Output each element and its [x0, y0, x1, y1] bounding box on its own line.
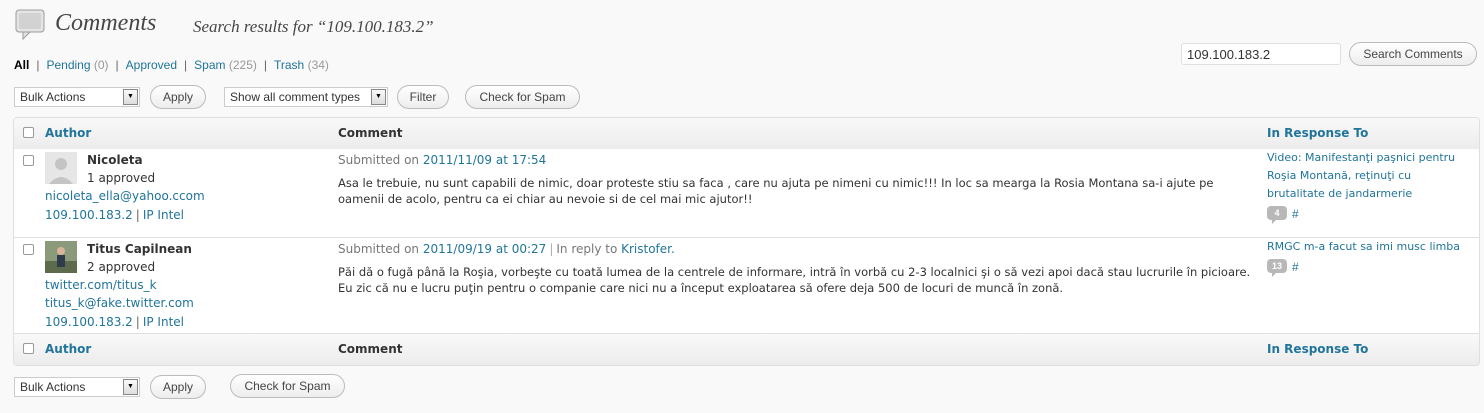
bulk-actions-select[interactable]: Bulk Actions ▼ [14, 87, 140, 107]
pending-count: (0) [93, 58, 109, 72]
filter-button[interactable]: Filter [397, 85, 449, 109]
column-comment: Comment [338, 342, 403, 356]
author-website-link[interactable]: twitter.com/titus_k [45, 278, 157, 292]
post-permalink[interactable]: # [1292, 260, 1299, 274]
submitted-prefix: Submitted on [338, 242, 420, 256]
apply-button-bottom[interactable]: Apply [150, 375, 206, 399]
trash-count: (34) [307, 58, 329, 72]
comments-table: Author Comment In Response To Nicoleta 1… [13, 117, 1480, 366]
comment-text: Păi dă o fugă până la Roşia, vorbeşte cu… [338, 265, 1251, 295]
avatar [45, 152, 77, 184]
author-name: Nicoleta [87, 153, 143, 167]
bulk-actions-value: Bulk Actions [20, 90, 86, 104]
comment-type-value: Show all comment types [230, 90, 361, 104]
approved-count: 1 approved [87, 171, 156, 185]
submitted-prefix: Submitted on [338, 153, 420, 167]
spam-count: (225) [228, 58, 257, 72]
row-checkbox[interactable] [23, 155, 34, 166]
check-for-spam-button[interactable]: Check for Spam [465, 85, 580, 109]
search-comments-button[interactable]: Search Comments [1349, 42, 1477, 66]
check-for-spam-button-bottom[interactable]: Check for Spam [230, 374, 345, 398]
comment-type-select[interactable]: Show all comment types ▼ [224, 87, 388, 107]
comments-icon [15, 9, 45, 41]
table-row: Titus Capilnean 2 approved twitter.com/t… [14, 238, 1479, 334]
chevron-down-icon: ▼ [123, 379, 138, 395]
comment-text: Asa le trebuie, nu sunt capabili de nimi… [338, 176, 1214, 206]
ip-intel-link[interactable]: IP Intel [143, 315, 184, 329]
status-filter-links: All | Pending (0) | Approved | Spam (225) | Tras… [14, 58, 329, 72]
select-all-checkbox[interactable] [23, 343, 34, 354]
filter-spam[interactable]: Spam [194, 58, 225, 72]
author-ip-link[interactable]: 109.100.183.2 [45, 208, 133, 222]
page-title: Comments [55, 10, 157, 36]
chevron-down-icon: ▼ [123, 89, 138, 105]
column-comment: Comment [338, 126, 403, 140]
post-permalink[interactable]: # [1292, 207, 1299, 221]
bulk-actions-select-bottom[interactable]: Bulk Actions ▼ [14, 377, 140, 397]
author-name: Titus Capilnean [87, 242, 192, 256]
author-email-link[interactable]: titus_k@fake.twitter.com [45, 296, 194, 310]
author-ip-link[interactable]: 109.100.183.2 [45, 315, 133, 329]
filter-trash[interactable]: Trash [274, 58, 304, 72]
apply-button[interactable]: Apply [150, 85, 206, 109]
column-author[interactable]: Author [45, 342, 91, 356]
chevron-down-icon: ▼ [371, 89, 386, 105]
column-in-response-to[interactable]: In Response To [1267, 126, 1368, 140]
filter-pending[interactable]: Pending [46, 58, 90, 72]
comment-date-link[interactable]: 2011/09/19 at 00:27 [423, 242, 546, 256]
reply-prefix: In reply to [556, 242, 618, 256]
response-post-link[interactable]: Video: Manifestanţi paşnici pentru Roşia… [1267, 149, 1467, 203]
page-subtitle: Search results for “109.100.183.2” [193, 17, 434, 36]
search-input[interactable]: 109.100.183.2 [1181, 43, 1341, 65]
comment-date-link[interactable]: 2011/11/09 at 17:54 [423, 153, 546, 167]
comment-count-bubble[interactable]: 13 [1267, 259, 1287, 277]
table-header: Author Comment In Response To [14, 118, 1479, 150]
table-row: Nicoleta 1 approved nicoleta_ella@yahoo.… [14, 149, 1479, 238]
row-checkbox[interactable] [23, 244, 34, 255]
filter-all[interactable]: All [14, 58, 29, 72]
comment-count-bubble[interactable]: 4 [1267, 206, 1287, 224]
bulk-actions-value: Bulk Actions [20, 380, 86, 394]
submitted-info: Submitted on 2011/11/09 at 17:54 [338, 153, 546, 167]
ip-intel-link[interactable]: IP Intel [143, 208, 184, 222]
column-author[interactable]: Author [45, 126, 91, 140]
author-email-link[interactable]: nicoleta_ella@yahoo.ccom [45, 189, 205, 203]
reply-to-link[interactable]: Kristofer. [621, 242, 675, 256]
column-in-response-to[interactable]: In Response To [1267, 342, 1368, 356]
response-post-link[interactable]: RMGC m-a facut sa imi musc limba [1267, 238, 1467, 256]
avatar [45, 241, 77, 273]
table-footer: Author Comment In Response To [14, 333, 1479, 365]
filter-approved[interactable]: Approved [126, 58, 177, 72]
submitted-info: Submitted on 2011/09/19 at 00:27 | In repl… [338, 242, 675, 256]
select-all-checkbox[interactable] [23, 127, 34, 138]
approved-count: 2 approved [87, 260, 156, 274]
